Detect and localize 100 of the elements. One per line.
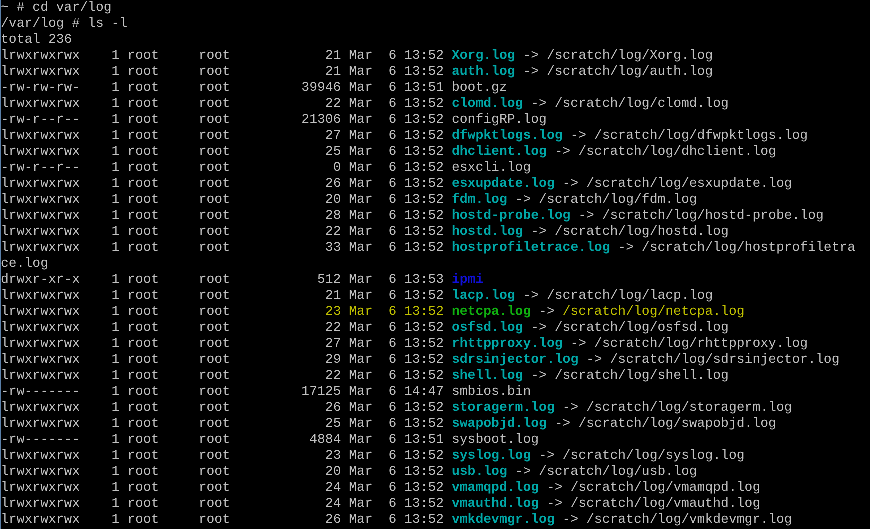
size-text: 21306 — [302, 112, 342, 127]
size-text: 27 — [325, 128, 342, 143]
file-name: rhttpproxy.log — [452, 336, 563, 351]
month-text: Mar — [349, 336, 373, 351]
link-count-text: 1 — [112, 272, 120, 287]
month-text: Mar — [349, 96, 373, 111]
owner-text: root — [128, 96, 160, 111]
month-text: Mar — [349, 304, 373, 319]
link-target: /scratch/log/dhclient.log — [578, 144, 776, 159]
size-text: 0 — [333, 160, 342, 175]
group-text: root — [198, 416, 230, 431]
month-text: Mar — [349, 320, 373, 335]
day-text: 6 — [388, 496, 397, 511]
link-separator: -> — [531, 368, 547, 383]
link-target: /scratch/log/esxupdate.log — [586, 176, 792, 191]
link-count-text: 1 — [112, 512, 120, 527]
size-text: 21 — [325, 64, 342, 79]
link-target: /scratch/log/vmkdevmgr.log — [586, 512, 792, 527]
time-text: 13:52 — [404, 352, 444, 367]
link-separator: -> — [578, 208, 594, 223]
day-text: 6 — [388, 80, 397, 95]
link-count-text: 1 — [112, 480, 120, 495]
command-text: cd var/log — [32, 0, 112, 16]
file-name: ipmi — [452, 272, 484, 287]
owner-text: root — [128, 416, 160, 431]
file-name: osfsd.log — [452, 320, 524, 335]
file-name: hostd-probe.log — [452, 208, 571, 223]
time-text: 14:47 — [404, 384, 444, 399]
link-target: /scratch/log/shell.log — [554, 368, 729, 383]
file-name: hostd.log — [452, 224, 524, 239]
group-text: root — [198, 48, 230, 63]
link-count-text: 1 — [112, 352, 120, 367]
link-separator: -> — [523, 48, 540, 63]
size-text: 22 — [325, 320, 342, 335]
file-name: dhclient.log — [452, 144, 547, 159]
owner-text: root — [128, 368, 160, 383]
owner-text: root — [128, 192, 160, 207]
group-text: root — [198, 224, 230, 239]
link-separator: -> — [546, 480, 563, 495]
link-separator: -> — [570, 128, 587, 143]
link-count-text: 1 — [112, 400, 120, 415]
month-text: Mar — [349, 80, 373, 95]
size-text: 33 — [325, 240, 342, 255]
link-count-text: 1 — [112, 224, 120, 239]
day-text: 6 — [388, 224, 397, 239]
owner-text: root — [128, 448, 160, 463]
owner-text: root — [128, 128, 160, 143]
output-text: ce.log — [1, 256, 48, 272]
time-text: 13:52 — [404, 288, 444, 303]
permissions-text: lrwxrwxrwx — [1, 512, 80, 527]
month-text: Mar — [349, 400, 373, 415]
permissions-text: lrwxrwxrwx — [1, 64, 80, 79]
month-text: Mar — [349, 176, 373, 191]
link-count-text: 1 — [112, 160, 120, 175]
group-text: root — [198, 304, 230, 319]
link-target: /scratch/log/hostd.log — [554, 224, 729, 239]
shell-prompt: ~ # — [1, 0, 25, 16]
month-text: Mar — [349, 192, 373, 207]
owner-text: root — [128, 48, 160, 63]
group-text: root — [198, 192, 230, 207]
time-text: 13:52 — [404, 176, 444, 191]
group-text: root — [198, 400, 230, 415]
size-text: 512 — [317, 272, 342, 287]
owner-text: root — [128, 352, 160, 367]
permissions-text: lrwxrwxrwx — [1, 320, 80, 335]
permissions-text: lrwxrwxrwx — [1, 48, 80, 63]
month-text: Mar — [349, 288, 373, 303]
group-text: root — [198, 352, 230, 367]
group-text: root — [198, 320, 230, 335]
month-text: Mar — [349, 160, 373, 175]
file-name: hostprofiletrace.log — [452, 240, 610, 255]
size-text: 24 — [325, 496, 342, 511]
link-count-text: 1 — [112, 288, 120, 303]
time-text: 13:52 — [404, 400, 444, 415]
link-target: /scratch/log/hostprofiletra — [642, 240, 856, 255]
file-name: lacp.log — [452, 288, 516, 303]
link-count-text: 1 — [112, 432, 120, 447]
permissions-text: lrwxrwxrwx — [1, 352, 80, 367]
link-separator: -> — [531, 224, 547, 239]
time-text: 13:52 — [404, 112, 444, 127]
month-text: Mar — [349, 480, 373, 495]
day-text: 6 — [388, 368, 397, 383]
permissions-text: -rw-rw-rw- — [1, 80, 80, 95]
link-separator: -> — [554, 416, 571, 431]
day-text: 6 — [388, 304, 397, 319]
link-separator: -> — [539, 448, 555, 463]
owner-text: root — [128, 112, 160, 127]
link-separator: -> — [570, 336, 587, 351]
month-text: Mar — [349, 240, 373, 255]
day-text: 6 — [388, 112, 397, 127]
size-text: 39946 — [302, 80, 342, 95]
permissions-text: lrwxrwxrwx — [1, 224, 80, 239]
owner-text: root — [128, 208, 160, 223]
group-text: root — [198, 384, 230, 399]
month-text: Mar — [349, 144, 373, 159]
link-target: /scratch/log/syslog.log — [562, 448, 745, 463]
time-text: 13:53 — [404, 272, 444, 287]
group-text: root — [198, 160, 230, 175]
permissions-text: lrwxrwxrwx — [1, 496, 80, 511]
link-count-text: 1 — [112, 448, 120, 463]
